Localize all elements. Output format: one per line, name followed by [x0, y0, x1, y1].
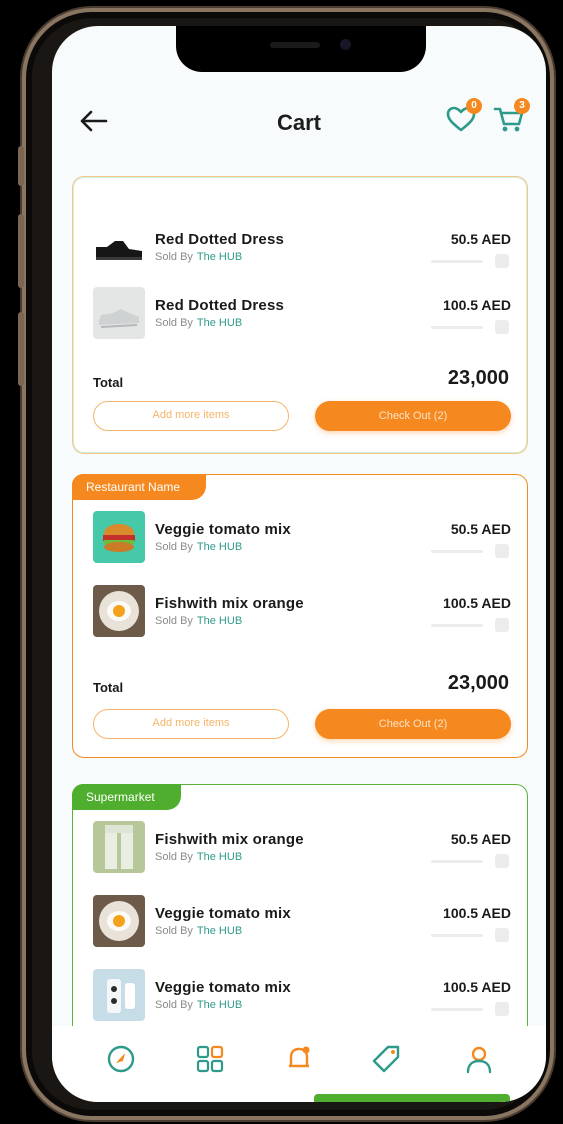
- cart-button[interactable]: 3: [492, 98, 530, 136]
- home-indicator: [314, 1094, 510, 1102]
- quantity-stepper[interactable]: [431, 543, 509, 559]
- notch: [176, 26, 426, 72]
- quantity-stepper[interactable]: [431, 927, 509, 943]
- product-image: [93, 895, 145, 947]
- list-item[interactable]: Red Dotted Dress Sold By The HUB 50.5 AED: [73, 221, 529, 277]
- volume-down-button: [18, 312, 24, 386]
- group-tag: Supermarket: [72, 784, 181, 810]
- volume-up-button: [18, 214, 24, 288]
- nav-categories[interactable]: [193, 1042, 227, 1076]
- bell-icon: [289, 1046, 310, 1068]
- nav-home[interactable]: [104, 1042, 138, 1076]
- speaker-grille: [270, 42, 320, 48]
- cart-badge: 3: [514, 98, 530, 114]
- checkout-button[interactable]: Check Out (2): [315, 401, 511, 431]
- item-price: 100.5 AED: [443, 297, 511, 313]
- list-item[interactable]: Fishwith mix orange Sold By The HUB 100.5…: [73, 585, 529, 641]
- list-item[interactable]: Veggie tomato mix Sold By The HUB 100.5 A…: [73, 969, 529, 1025]
- wishlist-badge: 0: [466, 98, 482, 114]
- item-price: 100.5 AED: [443, 979, 511, 995]
- add-more-items-button[interactable]: Add more items: [93, 709, 289, 739]
- item-seller: Sold By The HUB: [155, 317, 243, 329]
- item-name: Veggie tomato mix: [155, 979, 291, 996]
- delete-icon[interactable]: [495, 1002, 509, 1016]
- product-image: [93, 969, 145, 1021]
- item-name: Red Dotted Dress: [155, 231, 285, 248]
- item-seller: Sold By The HUB: [155, 925, 243, 937]
- quantity-stepper[interactable]: [431, 319, 509, 335]
- grid-icon: [196, 1045, 224, 1073]
- product-image: [93, 287, 145, 339]
- list-item[interactable]: Veggie tomato mix Sold By The HUB 50.5 AE…: [73, 511, 529, 567]
- delete-icon[interactable]: [495, 320, 509, 334]
- group-tag: Restaurant Name: [72, 474, 207, 500]
- home-icon: [107, 1045, 135, 1073]
- item-price: 50.5 AED: [450, 521, 511, 537]
- item-seller: Sold By The HUB: [155, 999, 243, 1011]
- quantity-stepper[interactable]: [431, 253, 509, 269]
- product-image: [93, 585, 145, 637]
- delete-icon[interactable]: [495, 854, 509, 868]
- product-image: [93, 511, 145, 563]
- item-seller: Sold By The HUB: [155, 851, 243, 863]
- item-name: Veggie tomato mix: [155, 521, 291, 538]
- product-image: [93, 821, 145, 873]
- item-name: Red Dotted Dress: [155, 297, 285, 314]
- list-item[interactable]: Red Dotted Dress Sold By The HUB 100.5 AE…: [73, 287, 529, 343]
- total-label: Total: [93, 680, 124, 695]
- item-name: Veggie tomato mix: [155, 905, 291, 922]
- delete-icon[interactable]: [495, 254, 509, 268]
- nav-profile[interactable]: [462, 1042, 496, 1076]
- add-more-items-button[interactable]: Add more items: [93, 401, 289, 431]
- list-item[interactable]: Fishwith mix orange Sold By The HUB 50.5 …: [73, 821, 529, 877]
- profile-icon: [466, 1046, 492, 1074]
- nav-notifications[interactable]: [282, 1042, 316, 1076]
- front-camera: [340, 39, 351, 50]
- product-image: [93, 221, 145, 273]
- cart-group-restaurant: Restaurant Name Veggie tomato mix Sold B…: [72, 474, 528, 758]
- delete-icon[interactable]: [495, 618, 509, 632]
- quantity-stepper[interactable]: [431, 1001, 509, 1017]
- item-price: 100.5 AED: [443, 905, 511, 921]
- total-value: 23,000: [447, 672, 509, 694]
- silent-switch: [18, 146, 24, 186]
- tag-icon: [372, 1045, 400, 1073]
- total-value: 23,000: [447, 367, 509, 389]
- screen: Cart 0 3 Red Dotted Dress Sold By The HU…: [52, 26, 546, 1102]
- header: Cart 0 3: [52, 96, 546, 156]
- quantity-stepper[interactable]: [431, 617, 509, 633]
- item-price: 50.5 AED: [450, 231, 511, 247]
- delete-icon[interactable]: [495, 928, 509, 942]
- item-seller: Sold By The HUB: [155, 541, 243, 553]
- wishlist-button[interactable]: 0: [444, 98, 482, 136]
- item-price: 50.5 AED: [450, 831, 511, 847]
- nav-offers[interactable]: [370, 1042, 404, 1076]
- item-seller: Sold By The HUB: [155, 615, 243, 627]
- list-item[interactable]: Veggie tomato mix Sold By The HUB 100.5 A…: [73, 895, 529, 951]
- item-name: Fishwith mix orange: [155, 595, 304, 612]
- total-label: Total: [93, 375, 124, 390]
- checkout-button[interactable]: Check Out (2): [315, 709, 511, 739]
- item-price: 100.5 AED: [443, 595, 511, 611]
- delete-icon[interactable]: [495, 544, 509, 558]
- item-name: Fishwith mix orange: [155, 831, 304, 848]
- bottom-nav: [52, 1026, 546, 1102]
- quantity-stepper[interactable]: [431, 853, 509, 869]
- item-seller: Sold By The HUB: [155, 251, 243, 263]
- cart-group-1: Red Dotted Dress Sold By The HUB 50.5 AED…: [72, 176, 528, 454]
